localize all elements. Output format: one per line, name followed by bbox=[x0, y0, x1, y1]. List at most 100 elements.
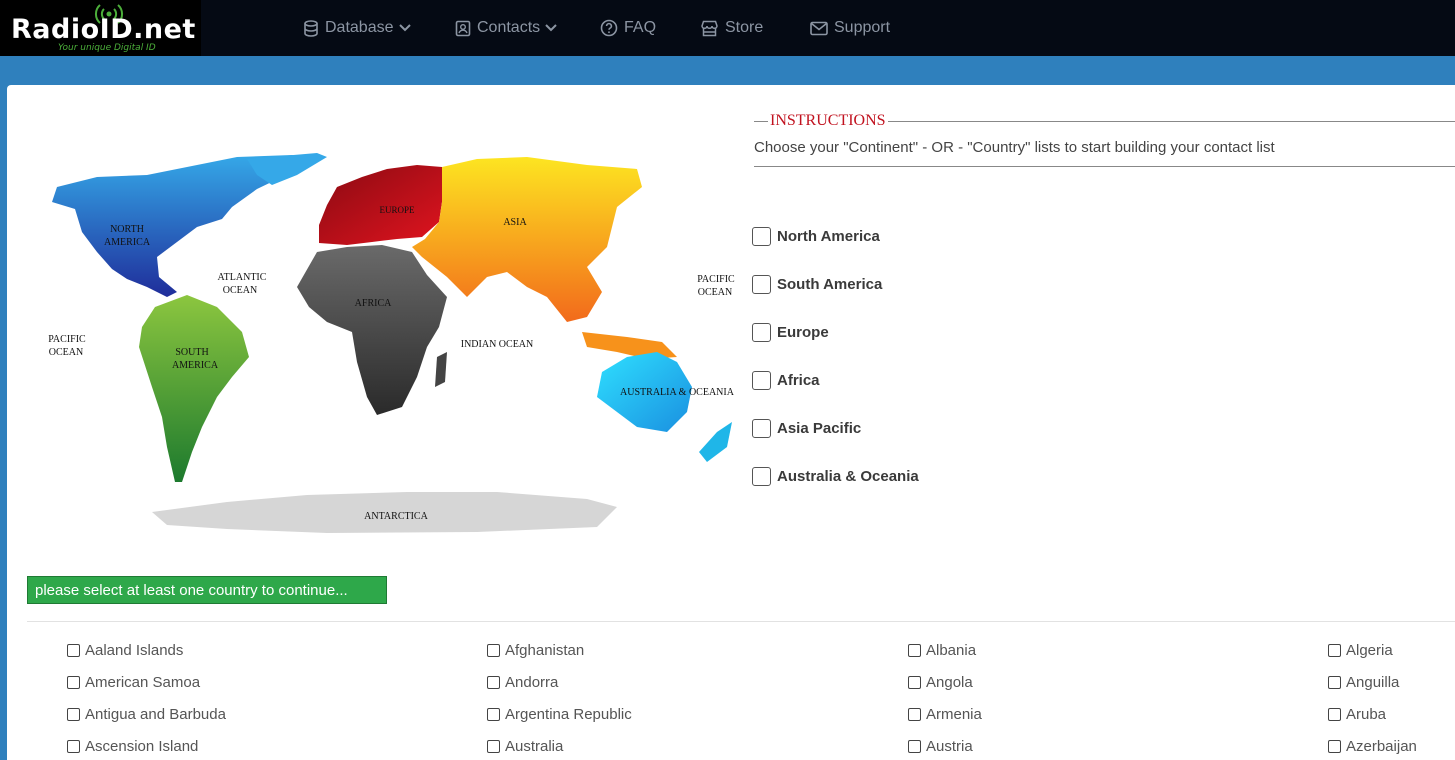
checkbox[interactable] bbox=[1328, 675, 1341, 689]
country-option[interactable]: Anguilla bbox=[1328, 672, 1399, 692]
country-option[interactable]: Andorra bbox=[487, 672, 558, 692]
envelope-icon bbox=[810, 21, 828, 35]
instructions-text: Choose your "Continent" - OR - "Country"… bbox=[754, 139, 1275, 156]
chevron-down-icon bbox=[398, 24, 411, 32]
checkbox[interactable] bbox=[1328, 643, 1341, 657]
country-label: Antigua and Barbuda bbox=[85, 705, 226, 723]
country-option[interactable]: Aaland Islands bbox=[67, 640, 183, 660]
continent-option[interactable]: Africa bbox=[752, 356, 919, 404]
country-option[interactable]: Australia bbox=[487, 736, 563, 756]
country-label: Armenia bbox=[926, 705, 982, 723]
checkbox[interactable] bbox=[908, 643, 921, 657]
nav-database[interactable]: Database bbox=[303, 17, 412, 39]
continent-africa[interactable] bbox=[297, 245, 447, 415]
country-label: Anguilla bbox=[1346, 673, 1400, 691]
continent-label: South America bbox=[777, 275, 883, 293]
checkbox[interactable] bbox=[67, 707, 80, 721]
database-icon bbox=[304, 19, 318, 37]
checkbox[interactable] bbox=[752, 274, 771, 294]
checkbox[interactable] bbox=[487, 643, 500, 657]
checkbox[interactable] bbox=[1328, 739, 1341, 753]
checkbox[interactable] bbox=[908, 707, 921, 721]
checkbox[interactable] bbox=[908, 739, 921, 753]
nav-store-label: Store bbox=[725, 19, 764, 36]
country-option[interactable]: Algeria bbox=[1328, 640, 1393, 660]
country-label: Andorra bbox=[505, 673, 559, 691]
continent-label: North America bbox=[777, 227, 880, 245]
country-label: Aruba bbox=[1346, 705, 1387, 723]
checkbox[interactable] bbox=[752, 322, 771, 342]
country-option[interactable]: Aruba bbox=[1328, 704, 1386, 724]
checkbox[interactable] bbox=[67, 739, 80, 753]
country-option[interactable]: Angola bbox=[908, 672, 973, 692]
section-divider bbox=[27, 621, 1455, 622]
continent-option[interactable]: South America bbox=[752, 260, 919, 308]
checkbox[interactable] bbox=[67, 675, 80, 689]
continent-checkbox-list: North America South America Europe Afric… bbox=[752, 212, 919, 500]
nav-contacts-label: Contacts bbox=[477, 19, 541, 36]
nav-contacts[interactable]: Contacts bbox=[455, 17, 558, 39]
instructions-divider bbox=[754, 166, 1455, 167]
instructions-legend: INSTRUCTIONS bbox=[754, 112, 1455, 130]
main-card: NORTH AMERICA SOUTH AMERICA EUROPE ASIA … bbox=[7, 85, 1455, 760]
instructions-panel: INSTRUCTIONS Choose your "Continent" - O… bbox=[754, 112, 1455, 167]
country-label: Azerbaijan bbox=[1346, 737, 1417, 755]
country-option[interactable]: Antigua and Barbuda bbox=[67, 704, 226, 724]
country-label: Angola bbox=[926, 673, 973, 691]
continent-option[interactable]: Europe bbox=[752, 308, 919, 356]
country-option[interactable]: American Samoa bbox=[67, 672, 200, 692]
label-australia: AUSTRALIA & OCEANIA bbox=[620, 387, 735, 398]
nav-faq-label: FAQ bbox=[624, 19, 657, 36]
country-option[interactable]: Argentina Republic bbox=[487, 704, 632, 724]
nav-support[interactable]: Support bbox=[810, 17, 890, 39]
label-asia: ASIA bbox=[503, 217, 527, 228]
continent-label: Africa bbox=[777, 371, 820, 389]
checkbox[interactable] bbox=[752, 418, 771, 438]
checkbox[interactable] bbox=[1328, 707, 1341, 721]
country-label: Aaland Islands bbox=[85, 641, 184, 659]
checkbox[interactable] bbox=[752, 226, 771, 246]
country-label: Argentina Republic bbox=[505, 705, 632, 723]
nav-support-label: Support bbox=[834, 19, 891, 36]
site-logo[interactable]: RadioID.net Your unique Digital ID bbox=[0, 0, 201, 56]
country-option[interactable]: Albania bbox=[908, 640, 976, 660]
continent-label: Europe bbox=[777, 323, 829, 341]
label-south-america-2: AMERICA bbox=[172, 360, 219, 371]
checkbox[interactable] bbox=[752, 466, 771, 486]
country-option[interactable]: Austria bbox=[908, 736, 973, 756]
country-option[interactable]: Azerbaijan bbox=[1328, 736, 1417, 756]
label-atlantic-1: ATLANTIC bbox=[218, 272, 267, 283]
label-north-america-2: AMERICA bbox=[104, 237, 151, 248]
nav-store[interactable]: Store bbox=[700, 17, 763, 39]
country-option[interactable]: Armenia bbox=[908, 704, 982, 724]
country-label: Australia bbox=[505, 737, 564, 755]
top-navbar: RadioID.net Your unique Digital ID Datab… bbox=[0, 0, 1455, 56]
instructions-title: INSTRUCTIONS bbox=[768, 112, 888, 130]
checkbox[interactable] bbox=[487, 707, 500, 721]
question-circle-icon bbox=[600, 19, 618, 37]
label-pacific-right-1: PACIFIC bbox=[697, 274, 735, 285]
checkbox[interactable] bbox=[487, 675, 500, 689]
checkbox[interactable] bbox=[67, 643, 80, 657]
nav-faq[interactable]: FAQ bbox=[600, 17, 656, 39]
label-europe: EUROPE bbox=[379, 205, 415, 215]
continent-option[interactable]: North America bbox=[752, 212, 919, 260]
label-indian-ocean: INDIAN OCEAN bbox=[461, 339, 534, 350]
checkbox[interactable] bbox=[487, 739, 500, 753]
checkbox[interactable] bbox=[752, 370, 771, 390]
label-antarctica: ANTARCTICA bbox=[364, 511, 428, 522]
continent-label: Asia Pacific bbox=[777, 419, 862, 437]
continue-button[interactable]: please select at least one country to co… bbox=[27, 576, 387, 604]
madagascar-shape bbox=[435, 352, 447, 387]
checkbox[interactable] bbox=[908, 675, 921, 689]
country-option[interactable]: Ascension Island bbox=[67, 736, 198, 756]
label-pacific-left-1: PACIFIC bbox=[48, 334, 86, 345]
continent-option[interactable]: Australia & Oceania bbox=[752, 452, 919, 500]
label-north-america-1: NORTH bbox=[110, 224, 144, 235]
country-label: Albania bbox=[926, 641, 977, 659]
label-africa: AFRICA bbox=[355, 298, 392, 309]
continent-option[interactable]: Asia Pacific bbox=[752, 404, 919, 452]
country-option[interactable]: Afghanistan bbox=[487, 640, 584, 660]
world-map: NORTH AMERICA SOUTH AMERICA EUROPE ASIA … bbox=[48, 153, 735, 533]
continent-south-america[interactable] bbox=[139, 295, 249, 482]
